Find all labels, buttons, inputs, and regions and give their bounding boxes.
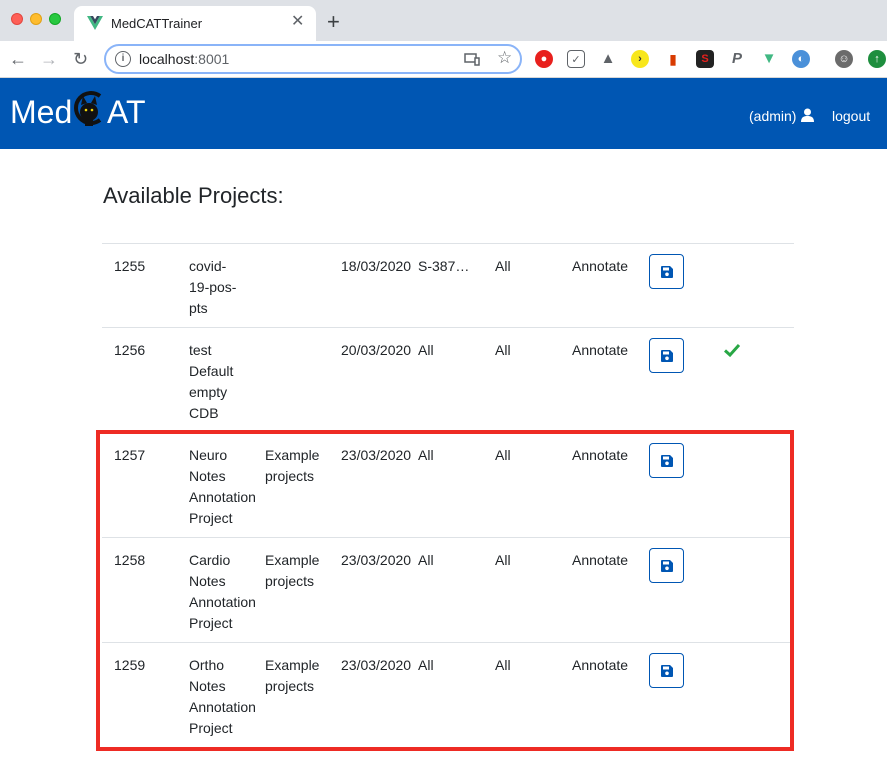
logout-link[interactable]: logout (832, 108, 870, 124)
tab-close-icon[interactable]: ✕ (291, 12, 304, 32)
logo-text-right: AT (107, 94, 146, 130)
project-vocab: All (495, 258, 511, 274)
medcat-logo-icon (74, 91, 102, 126)
update-icon[interactable]: ↑ (868, 50, 886, 68)
project-row[interactable]: 1255 covid- 19-pos- pts 18/03/2020 S-387… (102, 243, 794, 327)
adblock-icon[interactable]: ● (535, 50, 553, 68)
save-icon (661, 266, 673, 278)
pocket-icon[interactable]: ✓ (567, 50, 585, 68)
reload-icon[interactable]: ↻ (73, 49, 88, 69)
drive-icon[interactable]: ▲ (599, 50, 617, 68)
project-name: covid- 19-pos- pts (189, 258, 237, 316)
profile-avatar[interactable]: ☺ (835, 50, 853, 68)
s-extension-icon[interactable]: S (696, 50, 714, 68)
project-cdb: All (418, 342, 434, 358)
office-icon[interactable]: ▮ (664, 50, 682, 68)
user-icon (801, 108, 814, 122)
save-button[interactable] (649, 254, 684, 289)
forward-arrow-icon[interactable]: → (40, 49, 58, 69)
tab-title: MedCATTrainer (111, 16, 203, 31)
project-id: 1255 (114, 258, 146, 274)
app-navbar: Med AT (admin) logout (0, 78, 887, 149)
info-icon[interactable]: i (115, 51, 131, 67)
annotate-link[interactable]: Annotate (572, 256, 628, 277)
project-cdb: S-387… (418, 258, 470, 274)
highlight-box (96, 430, 794, 751)
checkmark-icon (724, 343, 740, 357)
project-vocab: All (495, 342, 511, 358)
save-button[interactable] (649, 338, 684, 373)
browser-tab-strip: MedCATTrainer ✕ + (0, 0, 887, 41)
save-icon (661, 350, 673, 362)
back-arrow-icon[interactable]: ← (9, 49, 27, 69)
browser-tab[interactable]: MedCATTrainer ✕ (74, 6, 316, 41)
circle-extension-icon[interactable]: ◐ (792, 50, 810, 68)
cast-icon[interactable] (464, 53, 480, 66)
project-date: 20/03/2020 (341, 342, 412, 358)
project-row[interactable]: 1256 test Default empty CDB 20/03/2020 A… (102, 327, 794, 432)
vue-devtools-icon[interactable]: ▼ (760, 50, 778, 68)
vue-logo-icon (87, 16, 103, 30)
p-extension-icon[interactable]: P (728, 50, 746, 68)
maximize-window-button[interactable] (49, 13, 61, 25)
browser-toolbar: ← → ↻ i localhost:8001 ☆ ● ✓ ▲ › ▮ S P ▼… (0, 41, 887, 78)
new-tab-button[interactable]: + (327, 10, 340, 34)
logo-text-left: Med (10, 94, 73, 130)
minimize-window-button[interactable] (30, 13, 42, 25)
bookmark-star-icon[interactable]: ☆ (497, 48, 512, 68)
project-name: test Default empty CDB (189, 342, 234, 421)
yellow-extension-icon[interactable]: › (631, 50, 649, 68)
url-text[interactable]: localhost:8001 (139, 51, 229, 67)
project-date: 18/03/2020 (341, 258, 412, 274)
current-user-label: (admin) (749, 108, 797, 124)
project-id: 1256 (114, 342, 146, 358)
close-window-button[interactable] (11, 13, 23, 25)
page-title: Available Projects: (103, 183, 284, 208)
address-bar[interactable]: i localhost:8001 ☆ (104, 44, 522, 74)
annotate-link[interactable]: Annotate (572, 340, 628, 361)
